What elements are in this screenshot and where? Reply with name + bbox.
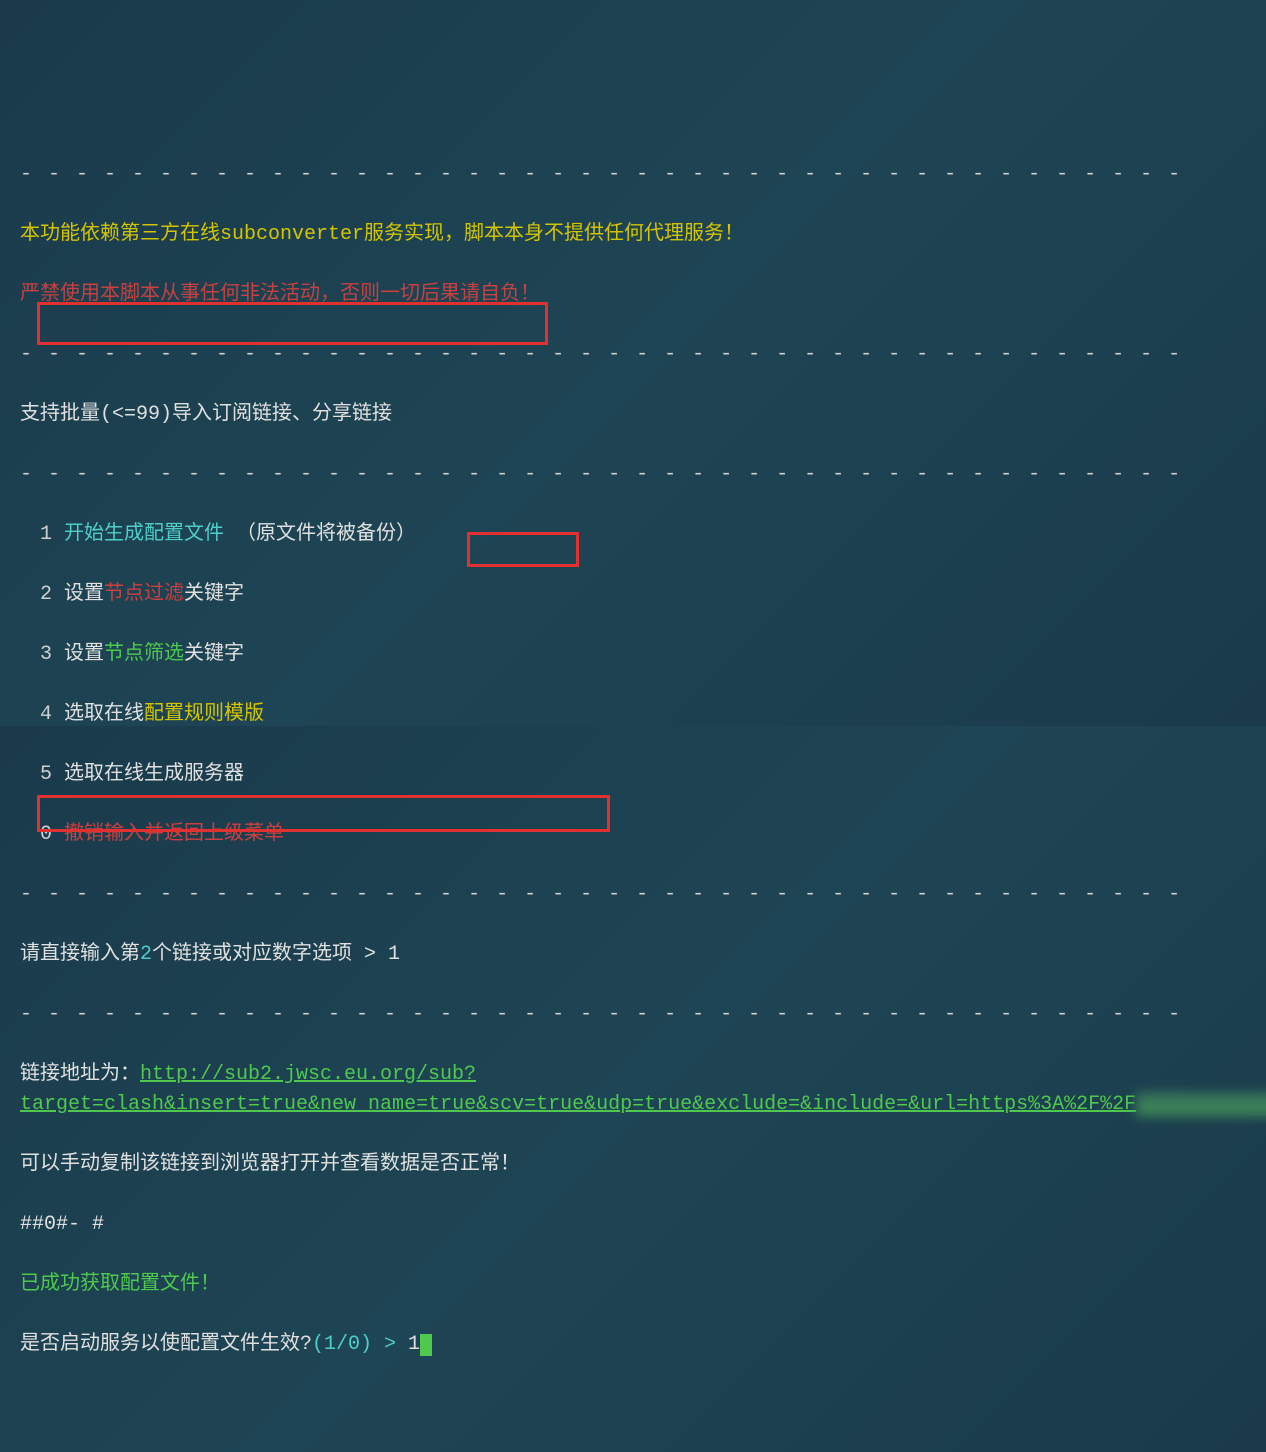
menu-label-b: 节点筛选 [104,643,184,666]
progress-text: ##0#- # [20,1210,1246,1240]
divider: - - - - - - - - - - - - - - - - - - - - … [20,880,1246,910]
menu-item-1[interactable]: 1 开始生成配置文件 （原文件将被备份） [20,520,1246,550]
menu-label-c: 关键字 [184,643,244,666]
menu-item-3[interactable]: 3 设置节点筛选关键字 [20,640,1246,670]
prompt-input[interactable]: 1 [408,1333,420,1356]
prompt-number: 2 [140,943,152,966]
link-line: 链接地址为：http://sub2.jwsc.eu.org/sub?target… [20,1060,1246,1120]
menu-label-a: 设置 [64,643,104,666]
menu-label-b: 配置规则模版 [144,703,264,726]
notice-line-1: 本功能依赖第三方在线subconverter服务实现，脚本本身不提供任何代理服务… [20,220,1246,250]
menu-label-a: 设置 [64,583,104,606]
divider: - - - - - - - - - - - - - - - - - - - - … [20,460,1246,490]
menu-num: 5 [28,763,64,786]
menu-label: 开始生成配置文件 [64,523,224,546]
menu-num: 0 [28,823,64,846]
prompt-line-2: 是否启动服务以使配置文件生效?(1/0) > 1 [20,1330,1246,1360]
menu-item-2[interactable]: 2 设置节点过滤关键字 [20,580,1246,610]
divider: - - - - - - - - - - - - - - - - - - - - … [20,340,1246,370]
prompt-options: (1/0) > [312,1333,408,1356]
redacted-segment: xxxxxxxxxxxxxxx [1136,1093,1266,1116]
menu-item-5[interactable]: 5 选取在线生成服务器 [20,760,1246,790]
menu-num: 4 [28,703,64,726]
cursor-icon [420,1334,432,1356]
menu-label-a: 选取在线 [64,703,144,726]
menu-label-b: 节点过滤 [104,583,184,606]
generated-url[interactable]: http://sub2.jwsc.eu.org/sub?target=clash… [20,1063,1266,1116]
prompt-text: 请直接输入第 [20,943,140,966]
prompt-text: 个链接或对应数字选项 > [152,943,388,966]
copy-hint: 可以手动复制该链接到浏览器打开并查看数据是否正常！ [20,1150,1246,1180]
menu-item-0[interactable]: 0 撤销输入并返回上级菜单 [20,820,1246,850]
terminal-output: - - - - - - - - - - - - - - - - - - - - … [20,130,1246,1452]
success-message: 已成功获取配置文件！ [20,1270,1246,1300]
menu-label: 选取在线生成服务器 [64,763,244,786]
menu-suffix: （原文件将被备份） [224,523,416,546]
menu-num: 2 [28,583,64,606]
divider: - - - - - - - - - - - - - - - - - - - - … [20,160,1246,190]
divider: - - - - - - - - - - - - - - - - - - - - … [20,1000,1246,1030]
menu-label-c: 关键字 [184,583,244,606]
menu-num: 3 [28,643,64,666]
prompt-input[interactable]: 1 [388,943,400,966]
prompt-line-1: 请直接输入第2个链接或对应数字选项 > 1 [20,940,1246,970]
link-label: 链接地址为： [20,1063,140,1086]
notice-line-2: 严禁使用本脚本从事任何非法活动，否则一切后果请自负！ [20,280,1246,310]
menu-label: 撤销输入并返回上级菜单 [64,823,284,846]
support-text: 支持批量(<=99)导入订阅链接、分享链接 [20,400,1246,430]
menu-num: 1 [28,523,64,546]
prompt-text: 是否启动服务以使配置文件生效? [20,1333,312,1356]
